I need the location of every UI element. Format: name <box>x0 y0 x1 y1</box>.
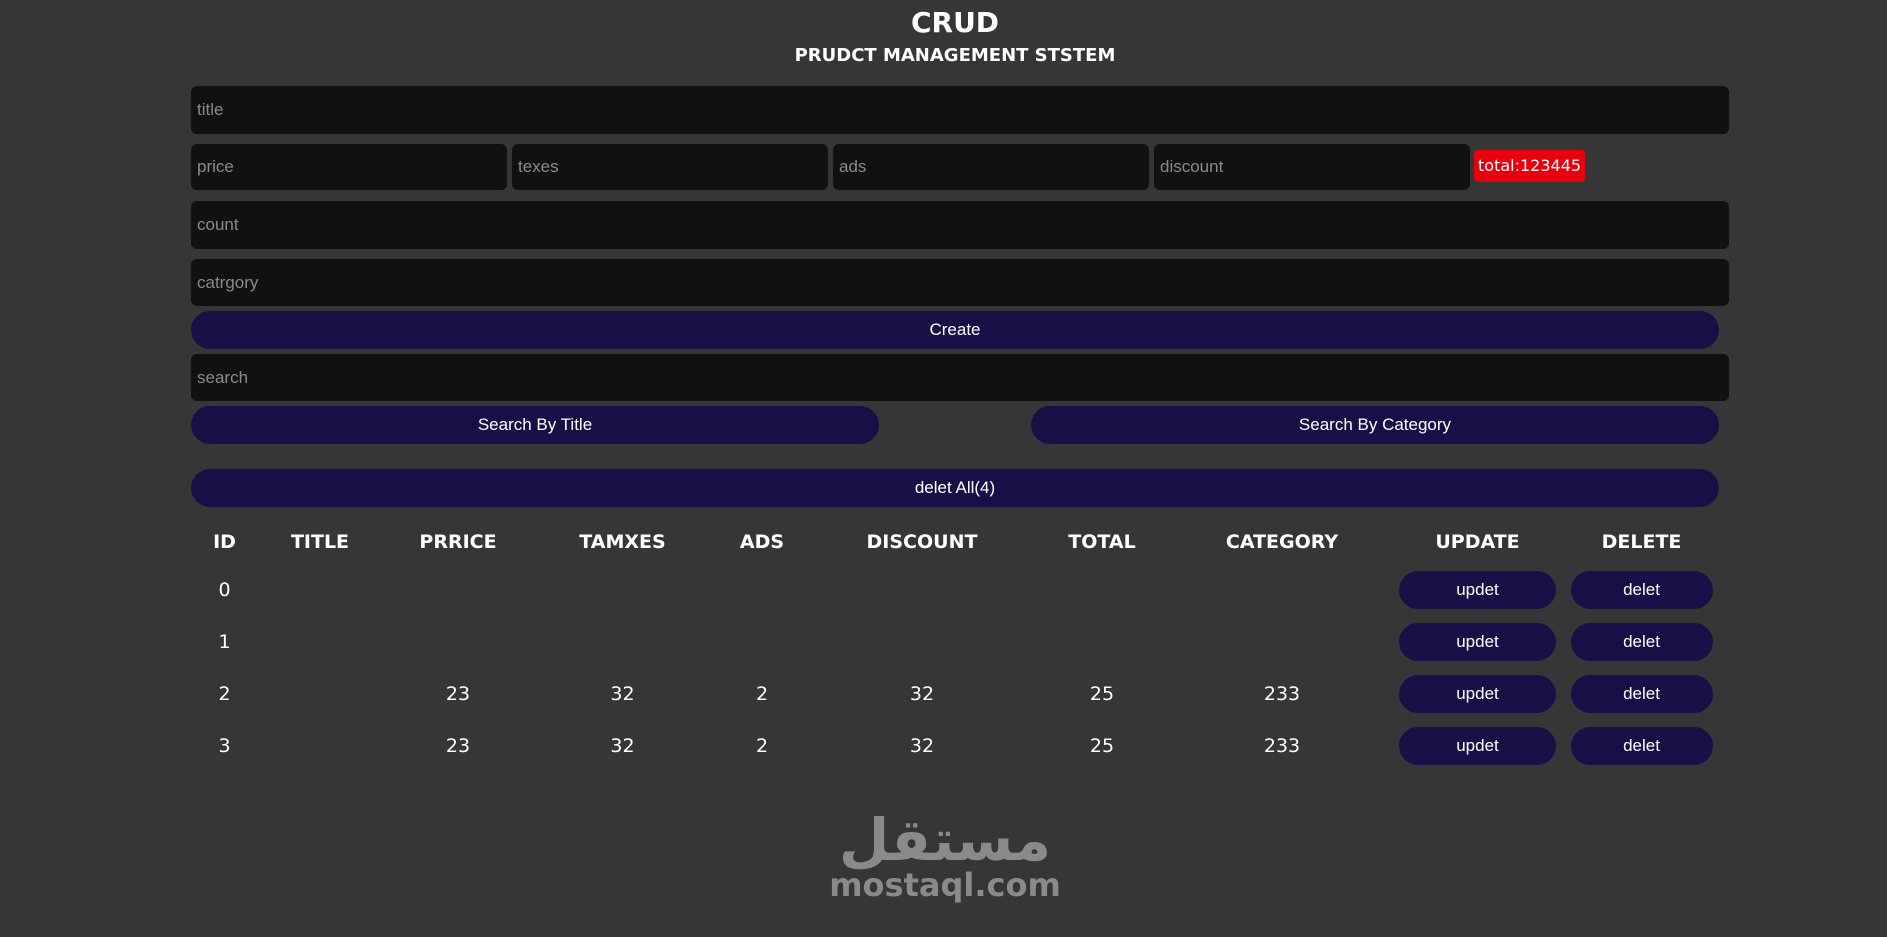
products-table: ID TITLE PRRICE TAMXES ADS DISCOUNT TOTA… <box>191 520 1719 772</box>
update-button[interactable]: updet <box>1399 623 1556 661</box>
cell-category <box>1173 616 1391 668</box>
cell-category: 233 <box>1263 735 1301 757</box>
cell-discount: 32 <box>909 683 935 705</box>
mostaql-logo: مستقل <box>838 806 1052 874</box>
cell-taxes <box>534 564 711 616</box>
cell-delete: delet <box>1564 616 1719 668</box>
cell-id: 2 <box>218 683 231 705</box>
mostaql-domain: mostaql.com <box>829 866 1061 904</box>
cell-discount <box>813 616 1031 668</box>
header-price: PRRICE <box>419 531 497 553</box>
cell-delete: delet <box>1564 668 1719 720</box>
create-button[interactable]: Create <box>191 311 1719 349</box>
price-input[interactable] <box>191 144 507 190</box>
cell-title <box>258 616 382 668</box>
discount-input[interactable] <box>1154 144 1470 190</box>
header-discount: DISCOUNT <box>866 531 978 553</box>
delete-button[interactable]: delet <box>1570 571 1713 609</box>
table-row: 1 updet delet <box>191 616 1719 668</box>
table-row: 3 23 32 2 32 25 233 updet delet <box>191 720 1719 772</box>
cell-ads <box>711 564 813 616</box>
header-title: TITLE <box>290 531 350 553</box>
cell-update: updet <box>1391 564 1564 616</box>
header-taxes: TAMXES <box>579 531 666 553</box>
cell-title <box>258 668 382 720</box>
cell-id: 3 <box>218 735 231 757</box>
cell-total <box>1031 616 1173 668</box>
header-total: TOTAL <box>1068 531 1136 553</box>
delete-button[interactable]: delet <box>1570 623 1713 661</box>
app-title: CRUD <box>910 6 1000 39</box>
delete-button[interactable]: delet <box>1570 675 1713 713</box>
table-header-row: ID TITLE PRRICE TAMXES ADS DISCOUNT TOTA… <box>191 520 1719 564</box>
update-button[interactable]: updet <box>1399 675 1556 713</box>
header-id: ID <box>213 531 236 553</box>
count-input[interactable] <box>191 201 1729 249</box>
cell-ads: 2 <box>755 683 769 705</box>
cell-update: updet <box>1391 668 1564 720</box>
search-by-category-button[interactable]: Search By Category <box>1031 406 1719 444</box>
cell-discount <box>813 564 1031 616</box>
cell-taxes: 32 <box>610 735 635 757</box>
delete-button[interactable]: delet <box>1570 727 1713 765</box>
title-input[interactable] <box>191 86 1729 134</box>
cell-price <box>382 616 534 668</box>
cell-price <box>382 564 534 616</box>
cell-taxes: 32 <box>610 683 635 705</box>
header: CRUD PRUDCT MANAGEMENT STSTEM <box>0 6 1887 68</box>
delete-all-button[interactable]: delet All(4) <box>191 469 1719 507</box>
table-row: 2 23 32 2 32 25 233 updet delet <box>191 668 1719 720</box>
cell-ads <box>711 616 813 668</box>
app-subtitle: PRUDCT MANAGEMENT STSTEM <box>794 45 1116 66</box>
page: CRUD PRUDCT MANAGEMENT STSTEM total:1234… <box>0 0 1887 937</box>
cell-discount: 32 <box>909 735 935 757</box>
cell-id: 0 <box>218 579 231 601</box>
category-input[interactable] <box>191 259 1729 306</box>
cell-price: 23 <box>445 735 471 757</box>
ads-input[interactable] <box>833 144 1149 190</box>
header-delete: DELETE <box>1601 531 1682 553</box>
total-badge: total:123445 <box>1474 150 1586 182</box>
table-row: 0 updet delet <box>191 564 1719 616</box>
cell-id: 1 <box>218 631 231 653</box>
cell-update: updet <box>1391 616 1564 668</box>
search-by-title-button[interactable]: Search By Title <box>191 406 879 444</box>
cell-taxes <box>534 616 711 668</box>
header-category: CATEGORY <box>1225 531 1339 553</box>
cell-delete: delet <box>1564 720 1719 772</box>
update-button[interactable]: updet <box>1399 727 1556 765</box>
cell-price: 23 <box>445 683 471 705</box>
cell-title <box>258 720 382 772</box>
mostaql-watermark: مستقل mostaql.com <box>820 808 1070 902</box>
cell-total <box>1031 564 1173 616</box>
search-input[interactable] <box>191 354 1729 401</box>
header-update: UPDATE <box>1435 531 1520 553</box>
cell-title <box>258 564 382 616</box>
cell-category: 233 <box>1263 683 1301 705</box>
cell-update: updet <box>1391 720 1564 772</box>
cell-total: 25 <box>1089 683 1115 705</box>
cell-delete: delet <box>1564 564 1719 616</box>
taxes-input[interactable] <box>512 144 828 190</box>
cell-category <box>1173 564 1391 616</box>
header-ads: ADS <box>739 531 785 553</box>
cell-total: 25 <box>1089 735 1115 757</box>
update-button[interactable]: updet <box>1399 571 1556 609</box>
cell-ads: 2 <box>755 735 769 757</box>
